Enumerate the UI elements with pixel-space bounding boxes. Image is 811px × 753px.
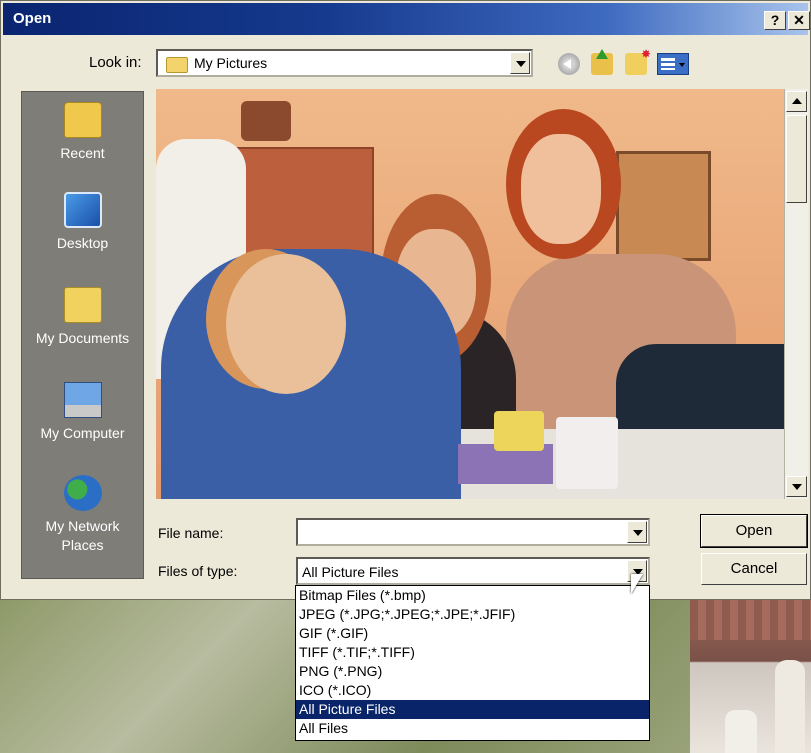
open-dialog: Open ? ✕ Look in: My Pictures Recent Des… (0, 0, 811, 600)
look-in-dropdown[interactable]: My Pictures (156, 49, 533, 77)
cancel-button[interactable]: Cancel (701, 553, 807, 585)
file-type-dropdown[interactable]: All Picture Files (296, 557, 650, 585)
places-item-my-documents[interactable]: My Documents (22, 287, 143, 348)
vertical-scrollbar[interactable] (784, 89, 808, 499)
new-folder-icon[interactable] (625, 47, 651, 75)
file-type-option[interactable]: ICO (*.ICO) (296, 681, 649, 700)
file-type-options-list[interactable]: Bitmap Files (*.bmp) JPEG (*.JPG;*.JPEG;… (295, 585, 650, 741)
folder-icon (166, 57, 188, 73)
chevron-down-icon[interactable] (627, 521, 647, 543)
up-folder-icon[interactable] (591, 49, 613, 75)
file-type-option[interactable]: PNG (*.PNG) (296, 662, 649, 681)
file-view-thumbnail[interactable] (156, 89, 784, 499)
file-type-option[interactable]: TIFF (*.TIF;*.TIFF) (296, 643, 649, 662)
background-brick-wall (690, 600, 811, 640)
file-type-value: All Picture Files (302, 564, 399, 580)
views-menu-icon[interactable] (657, 53, 689, 75)
mug (556, 417, 618, 489)
scroll-up-button[interactable] (786, 91, 807, 112)
file-name-label: File name: (158, 525, 224, 541)
look-in-label: Look in: (89, 54, 142, 71)
recent-folder-icon (63, 102, 102, 138)
places-item-label: Desktop (56, 235, 109, 251)
chevron-down-icon[interactable] (510, 52, 530, 74)
close-button[interactable]: ✕ (788, 11, 810, 30)
places-item-label: My Computer (40, 425, 125, 441)
file-name-field[interactable] (296, 518, 650, 546)
network-places-icon (63, 475, 102, 511)
back-icon[interactable] (558, 53, 580, 75)
open-button[interactable]: Open (700, 514, 808, 548)
places-bar: Recent Desktop My Documents My Computer … (21, 91, 144, 579)
file-type-option[interactable]: GIF (*.GIF) (296, 624, 649, 643)
my-computer-icon (63, 382, 102, 418)
look-in-value: My Pictures (194, 55, 268, 71)
background-photo (690, 600, 811, 753)
basket (241, 101, 291, 141)
title-bar[interactable]: Open ? ✕ (3, 3, 810, 35)
scroll-thumb[interactable] (786, 115, 807, 203)
file-type-option[interactable]: All Files (296, 719, 649, 738)
mouse-cursor-icon (631, 574, 643, 594)
places-item-label: My Network Places (45, 518, 120, 553)
cork-board (616, 151, 711, 261)
places-item-label: Recent (60, 145, 105, 161)
places-item-recent[interactable]: Recent (22, 102, 143, 163)
file-type-option-selected[interactable]: All Picture Files (296, 700, 649, 719)
places-item-my-computer[interactable]: My Computer (22, 382, 143, 443)
file-type-label: Files of type: (158, 563, 238, 579)
background-figure (775, 660, 805, 753)
background-figure (725, 710, 757, 753)
help-button[interactable]: ? (764, 11, 786, 30)
places-item-desktop[interactable]: Desktop (22, 192, 143, 253)
file-type-option[interactable]: Bitmap Files (*.bmp) (296, 586, 649, 605)
scroll-down-button[interactable] (786, 476, 807, 497)
window-title: Open (13, 10, 52, 27)
places-item-label: My Documents (35, 330, 130, 346)
my-documents-icon (63, 287, 102, 323)
file-type-option[interactable]: JPEG (*.JPG;*.JPEG;*.JPE;*.JFIF) (296, 605, 649, 624)
mug (494, 411, 544, 451)
desktop-icon (63, 192, 102, 228)
places-item-network-places[interactable]: My Network Places (22, 475, 143, 555)
